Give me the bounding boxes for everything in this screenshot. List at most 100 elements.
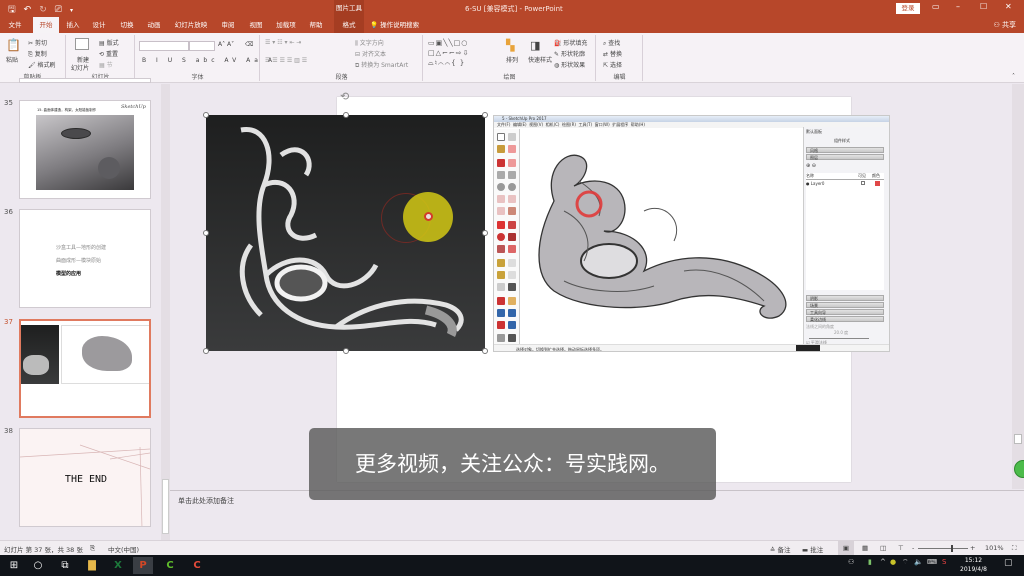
presentation-icon[interactable]: ⎚ — [55, 5, 62, 15]
copy-button[interactable]: ⎘ 复制 — [28, 49, 47, 59]
resize-handle-l[interactable] — [203, 230, 209, 236]
tab-help[interactable]: 帮助 — [305, 17, 327, 33]
tray-section-instructor[interactable]: 工具向导 — [806, 309, 884, 315]
camtasia-recorder-icon[interactable]: C — [187, 557, 207, 574]
scroll-thumb[interactable] — [1014, 434, 1022, 444]
camtasia-icon[interactable]: C — [160, 557, 180, 574]
shape-fill-button[interactable]: ⛽ 形状填充 — [554, 38, 587, 47]
save-icon[interactable]: 🖫 — [8, 2, 16, 18]
find-button[interactable]: ⌕ 查找 — [603, 38, 620, 48]
app-tray-icon[interactable]: ● — [890, 558, 896, 566]
tab-review[interactable]: 审阅 — [217, 17, 239, 33]
text-direction-button[interactable]: ⫼ 文字方向 — [355, 38, 384, 48]
tab-slideshow[interactable]: 幻灯片放映 — [172, 17, 210, 33]
zoom-in-button[interactable]: + — [970, 544, 975, 552]
thumbnail-34-partial[interactable] — [19, 78, 151, 83]
quick-styles-button[interactable]: 快速样式 — [528, 55, 552, 64]
fit-to-window-icon[interactable]: ⛶ — [1012, 544, 1017, 553]
new-slide-icon[interactable] — [75, 38, 89, 50]
layout-button[interactable]: ▤ 版式 — [99, 38, 119, 47]
login-button[interactable]: 登录 — [896, 3, 920, 14]
windows-start-icon[interactable]: ⊞ — [4, 557, 24, 574]
tab-view[interactable]: 视图 — [245, 17, 267, 33]
tray-section-soften[interactable]: 柔化边线 — [806, 316, 884, 322]
keyboard-icon[interactable]: ⌨ — [927, 558, 937, 566]
share-button[interactable]: ⚇ 共享 — [993, 20, 1016, 30]
maximize-icon[interactable]: ☐ — [980, 2, 987, 11]
resize-handle-t[interactable] — [343, 112, 349, 118]
spellcheck-icon[interactable]: ⎘ — [90, 544, 95, 553]
minimize-icon[interactable]: – — [956, 2, 960, 11]
undo-icon[interactable]: ↶ — [24, 5, 32, 15]
tell-me-search[interactable]: 💡 操作说明搜索 — [370, 17, 428, 33]
tab-animations[interactable]: 动画 — [143, 17, 165, 33]
thumbnail-38[interactable]: THE END — [19, 428, 151, 527]
align-buttons[interactable]: ☰ ☰ ☰ ☰ ▥ ☰ — [265, 57, 307, 64]
comments-toggle[interactable]: ▬ 批注 — [802, 544, 823, 554]
smartart-button[interactable]: ⧉ 转换为 SmartArt — [355, 60, 408, 70]
zoom-slider-track[interactable] — [918, 548, 968, 549]
resize-handle-b[interactable] — [343, 348, 349, 354]
excel-icon[interactable]: X — [108, 557, 128, 574]
zoom-slider-knob[interactable] — [951, 545, 953, 552]
tab-transitions[interactable]: 切换 — [116, 17, 138, 33]
smooth-angle-slider[interactable] — [809, 338, 869, 339]
shapes-gallery[interactable]: ▭▣╲╲□○ □△⌐⌐⇨⇩ ⌓♮⌒⌒{ } — [428, 38, 469, 68]
font-style-buttons[interactable]: B I U S abc AV Aa A — [142, 57, 276, 64]
people-icon[interactable]: ⚇ — [848, 558, 854, 566]
tab-file[interactable]: 文件 — [4, 17, 26, 33]
arrange-button[interactable]: 排列 — [506, 55, 518, 64]
tab-addins[interactable]: 加载项 — [273, 17, 299, 33]
reading-view-button[interactable]: ◫ — [880, 544, 886, 552]
shape-outline-button[interactable]: ✎ 形状轮廓 — [554, 49, 585, 58]
tray-section-layers[interactable]: 图层 — [806, 154, 884, 160]
shape-effects-button[interactable]: ◍ 形状效果 — [554, 60, 585, 69]
thumbnail-scrollbar[interactable] — [161, 84, 170, 540]
volume-icon[interactable]: 🔈 — [914, 558, 923, 566]
system-clock[interactable]: 15:12 2019/4/8 — [960, 556, 987, 574]
resize-handle-bl[interactable] — [203, 348, 209, 354]
select-button[interactable]: ⇱ 选择 — [603, 60, 622, 69]
redo-icon[interactable]: ↻ — [39, 5, 47, 15]
rotate-handle-icon[interactable]: ⟲ — [340, 90, 349, 103]
powerpoint-icon[interactable]: P — [133, 557, 153, 574]
tab-home[interactable]: 开始 — [33, 17, 59, 33]
action-center-icon[interactable]: ▢ — [1004, 558, 1013, 568]
format-painter-button[interactable]: 🖌 格式刷 — [28, 60, 56, 69]
resize-handle-tr[interactable] — [482, 112, 488, 118]
collapse-ribbon-icon[interactable]: ˄ — [1012, 73, 1015, 80]
tray-section-shadows[interactable]: 阴影 — [806, 295, 884, 301]
file-explorer-icon[interactable]: ▇ — [82, 557, 102, 574]
search-icon[interactable]: ○ — [28, 557, 48, 574]
tab-format[interactable]: 格式 — [334, 17, 364, 33]
clear-format-icon[interactable]: ⌫ — [245, 41, 253, 48]
customize-icon[interactable]: ▾ — [70, 7, 73, 14]
slide-sorter-button[interactable]: ▦ — [862, 544, 868, 552]
task-view-icon[interactable]: ⧉ — [55, 557, 75, 574]
notes-placeholder[interactable]: 单击此处添加备注 — [178, 496, 234, 506]
notes-toggle[interactable]: ≙ 备注 — [770, 544, 791, 554]
thumbnail-36[interactable]: 沙盒工具—地形的创建 曲面成形—模块原始 模型的应用 — [19, 209, 151, 308]
paste-icon[interactable]: 📋 — [6, 38, 21, 52]
align-text-button[interactable]: ⊟ 对齐文本 — [355, 49, 386, 58]
tab-design[interactable]: 设计 — [88, 17, 110, 33]
zoom-level[interactable]: 101% — [985, 544, 1004, 552]
ribbon-display-icon[interactable]: ▭ — [932, 2, 940, 11]
font-size-input[interactable] — [189, 41, 215, 51]
tray-section-styles[interactable]: 风格 — [806, 147, 884, 153]
battery-icon[interactable]: ▮ — [868, 558, 872, 566]
reset-button[interactable]: ⟲ 重置 — [99, 49, 118, 58]
slideshow-button[interactable]: ⊤ — [898, 544, 904, 552]
resize-handle-br[interactable] — [482, 348, 488, 354]
normal-view-button[interactable]: ▣ — [838, 541, 854, 555]
language-indicator[interactable]: 中文(中国) — [108, 544, 139, 554]
layer-row[interactable]: ● Layer0 — [806, 181, 824, 186]
paste-button[interactable]: 粘贴 — [6, 55, 18, 64]
tab-insert[interactable]: 插入 — [62, 17, 84, 33]
add-remove-layer-icons[interactable]: ⊕ ⊖ — [806, 163, 816, 169]
replace-button[interactable]: ⇄ 替换 — [603, 49, 622, 58]
thumbnail-37[interactable] — [19, 319, 151, 418]
layer-color-swatch[interactable] — [875, 181, 880, 186]
resize-handle-tl[interactable] — [203, 112, 209, 118]
section-button[interactable]: ▦ 节 — [99, 60, 113, 69]
